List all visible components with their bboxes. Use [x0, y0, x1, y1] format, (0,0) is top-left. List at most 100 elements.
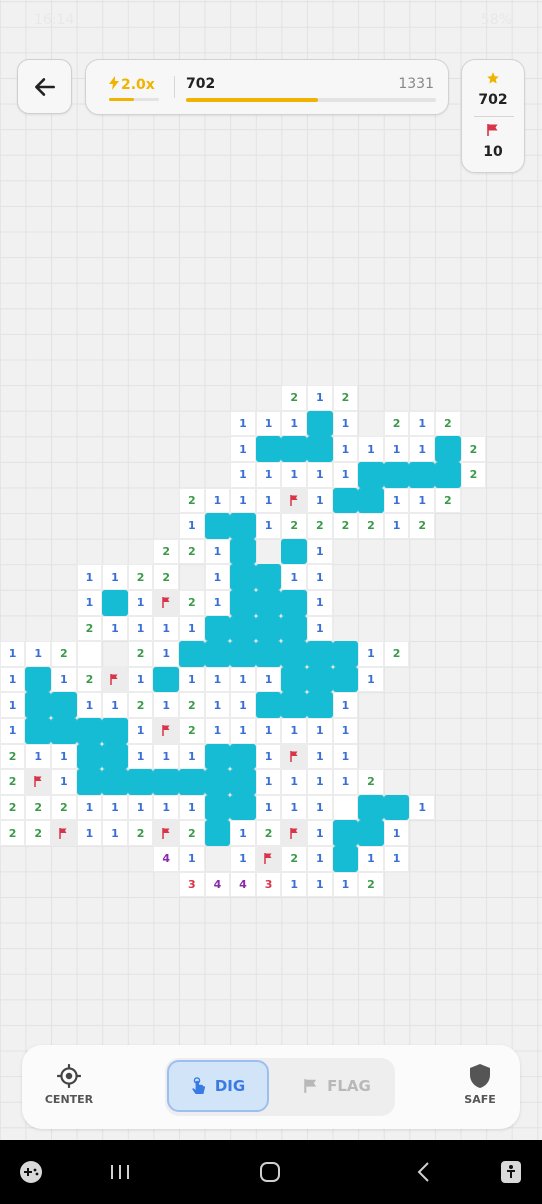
water-tile[interactable]: [281, 590, 307, 616]
number-tile[interactable]: 1: [383, 820, 410, 846]
flag-button[interactable]: FLAG: [283, 1060, 391, 1112]
number-tile[interactable]: 1: [153, 794, 179, 821]
number-tile[interactable]: 1: [179, 743, 205, 770]
number-tile[interactable]: 1: [179, 615, 205, 642]
flagged-tile[interactable]: [281, 820, 307, 846]
number-tile[interactable]: 1: [127, 743, 154, 770]
number-tile[interactable]: 1: [332, 462, 359, 488]
water-tile[interactable]: [358, 487, 384, 514]
number-tile[interactable]: 1: [281, 410, 307, 437]
water-tile[interactable]: [332, 487, 359, 514]
flagged-tile[interactable]: [153, 820, 179, 846]
number-tile[interactable]: 1: [281, 564, 307, 590]
number-tile[interactable]: 1: [127, 666, 154, 693]
water-tile[interactable]: [332, 846, 359, 872]
safe-button[interactable]: SAFE: [450, 1063, 510, 1106]
number-tile[interactable]: 1: [204, 487, 231, 514]
water-tile[interactable]: [230, 769, 256, 795]
number-tile[interactable]: 1: [255, 462, 282, 488]
water-tile[interactable]: [358, 820, 384, 846]
flagged-tile[interactable]: [255, 846, 282, 872]
number-tile[interactable]: 1: [0, 718, 26, 744]
water-tile[interactable]: [409, 462, 435, 488]
number-tile[interactable]: 2: [153, 564, 179, 590]
water-tile[interactable]: [230, 590, 256, 616]
water-tile[interactable]: [281, 436, 307, 462]
number-tile[interactable]: 1: [102, 794, 128, 821]
number-tile[interactable]: 1: [383, 436, 410, 462]
number-tile[interactable]: 1: [307, 564, 333, 590]
water-tile[interactable]: [255, 692, 282, 718]
number-tile[interactable]: 1: [153, 641, 179, 667]
number-tile[interactable]: 1: [409, 487, 435, 514]
number-tile[interactable]: 2: [307, 513, 333, 539]
water-tile[interactable]: [102, 769, 128, 795]
number-tile[interactable]: 1: [358, 436, 384, 462]
number-tile[interactable]: 2: [460, 436, 487, 462]
number-tile[interactable]: 1: [281, 794, 307, 821]
number-tile[interactable]: 2: [127, 692, 154, 718]
flagged-tile[interactable]: [153, 590, 179, 616]
number-tile[interactable]: 4: [204, 871, 231, 898]
water-tile[interactable]: [179, 641, 205, 667]
water-tile[interactable]: [230, 538, 256, 565]
number-tile[interactable]: 2: [179, 692, 205, 718]
number-tile[interactable]: 1: [307, 820, 333, 846]
number-tile[interactable]: 1: [230, 462, 256, 488]
water-tile[interactable]: [127, 769, 154, 795]
number-tile[interactable]: 1: [76, 794, 103, 821]
number-tile[interactable]: 1: [204, 590, 231, 616]
number-tile[interactable]: 1: [383, 487, 410, 514]
water-tile[interactable]: [255, 615, 282, 642]
water-tile[interactable]: [307, 666, 333, 693]
number-tile[interactable]: 2: [179, 538, 205, 565]
number-tile[interactable]: 2: [281, 846, 307, 872]
number-tile[interactable]: 2: [179, 718, 205, 744]
number-tile[interactable]: 4: [153, 846, 179, 872]
back-nav-icon[interactable]: [404, 1140, 444, 1204]
number-tile[interactable]: 1: [204, 564, 231, 590]
number-tile[interactable]: 1: [179, 513, 205, 539]
number-tile[interactable]: 2: [281, 513, 307, 539]
water-tile[interactable]: [281, 641, 307, 667]
number-tile[interactable]: 2: [25, 794, 51, 821]
flagged-tile[interactable]: [51, 820, 77, 846]
number-tile[interactable]: 1: [332, 410, 359, 437]
number-tile[interactable]: 1: [332, 743, 359, 770]
number-tile[interactable]: 1: [153, 615, 179, 642]
number-tile[interactable]: 2: [0, 794, 26, 821]
game-launcher-icon[interactable]: [14, 1140, 48, 1204]
number-tile[interactable]: 1: [307, 871, 333, 898]
number-tile[interactable]: 1: [76, 590, 103, 616]
water-tile[interactable]: [51, 692, 77, 718]
number-tile[interactable]: 1: [409, 410, 435, 437]
water-tile[interactable]: [76, 743, 103, 770]
number-tile[interactable]: 2: [51, 794, 77, 821]
water-tile[interactable]: [383, 794, 410, 821]
number-tile[interactable]: 2: [179, 590, 205, 616]
number-tile[interactable]: 1: [230, 692, 256, 718]
number-tile[interactable]: 1: [307, 718, 333, 744]
number-tile[interactable]: 4: [230, 871, 256, 898]
water-tile[interactable]: [76, 769, 103, 795]
number-tile[interactable]: 1: [332, 436, 359, 462]
water-tile[interactable]: [204, 743, 231, 770]
number-tile[interactable]: 1: [179, 666, 205, 693]
number-tile[interactable]: 1: [76, 564, 103, 590]
water-tile[interactable]: [332, 820, 359, 846]
water-tile[interactable]: [383, 462, 410, 488]
flagged-tile[interactable]: [281, 743, 307, 770]
number-tile[interactable]: 1: [255, 794, 282, 821]
number-tile[interactable]: 1: [358, 641, 384, 667]
water-tile[interactable]: [255, 564, 282, 590]
number-tile[interactable]: 1: [204, 718, 231, 744]
number-tile[interactable]: 2: [383, 641, 410, 667]
water-tile[interactable]: [281, 615, 307, 642]
game-board[interactable]: 2121111212111112111112211111121122221222…: [0, 0, 542, 1140]
number-tile[interactable]: 1: [51, 769, 77, 795]
number-tile[interactable]: 2: [255, 820, 282, 846]
water-tile[interactable]: [358, 462, 384, 488]
number-tile[interactable]: 3: [255, 871, 282, 898]
number-tile[interactable]: 1: [307, 743, 333, 770]
number-tile[interactable]: 1: [307, 794, 333, 821]
